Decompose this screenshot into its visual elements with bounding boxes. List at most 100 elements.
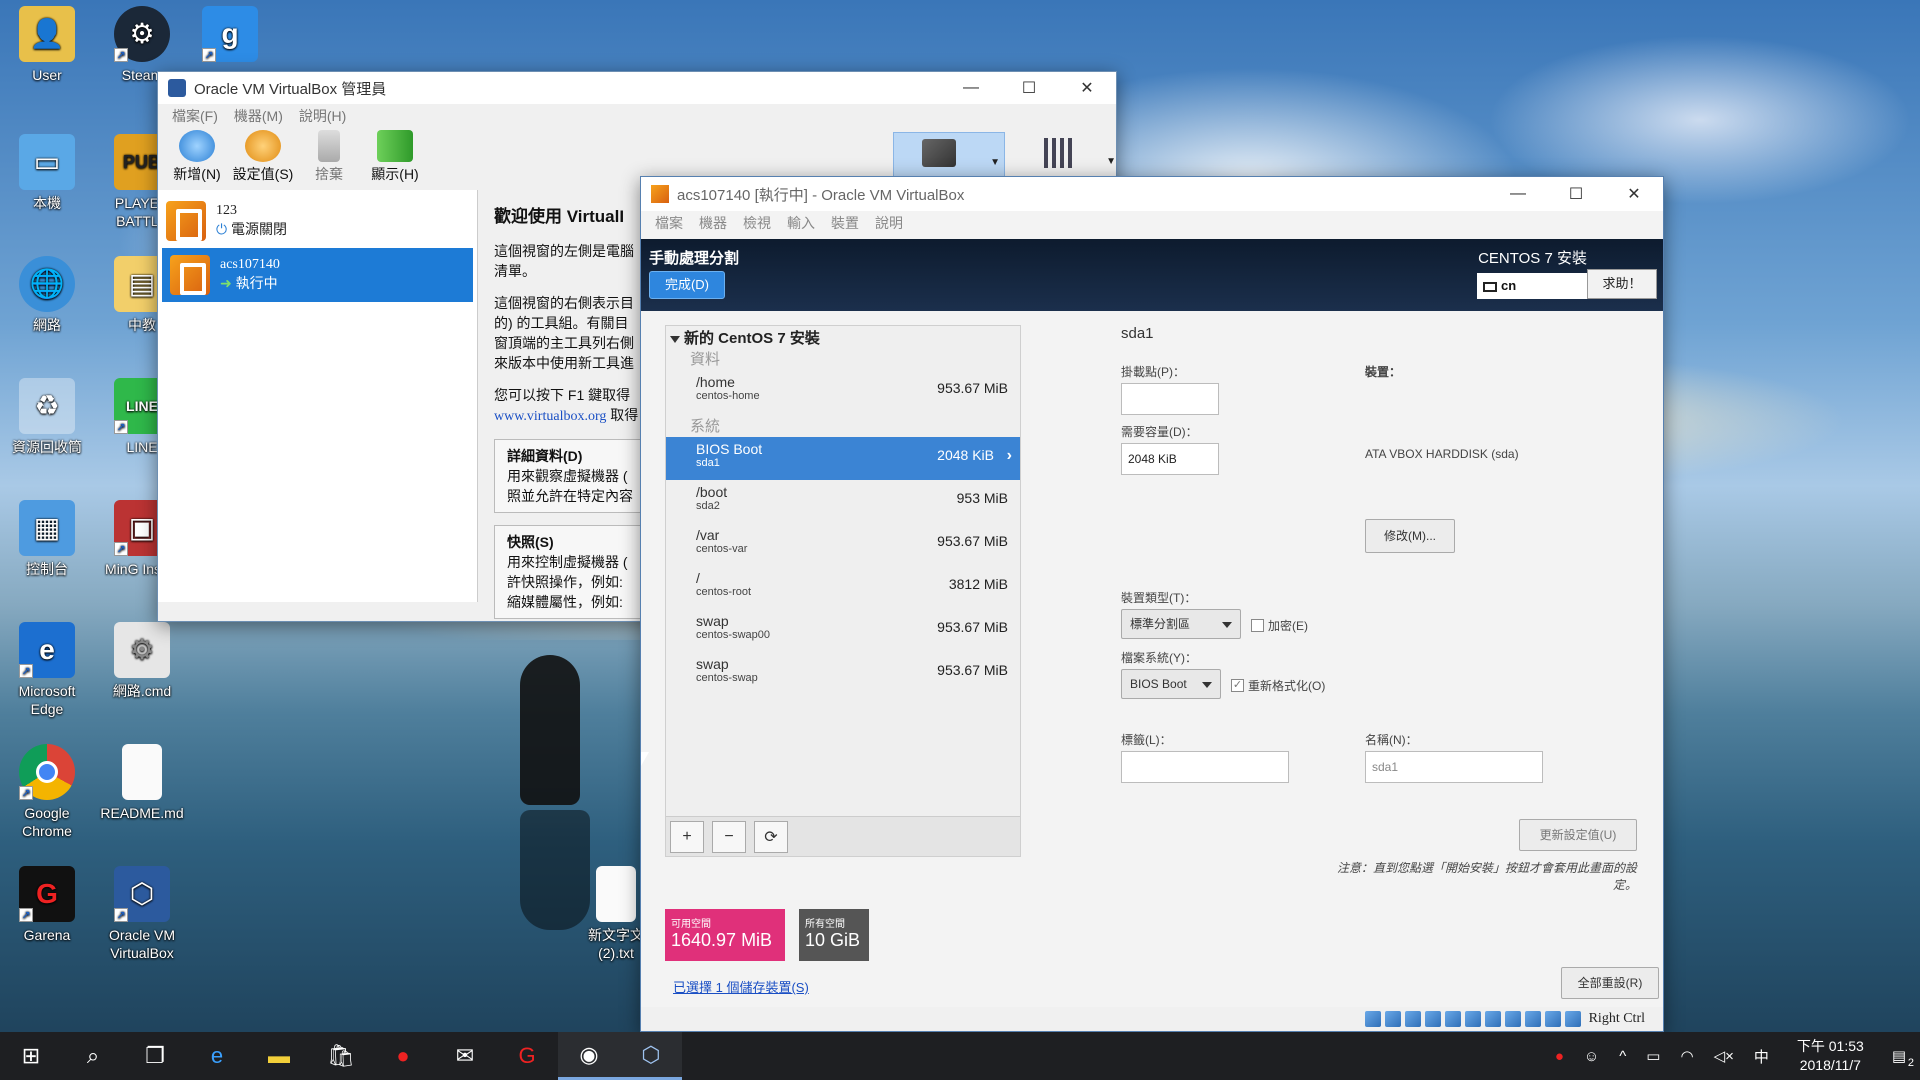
file-explorer-icon[interactable]: ▬ bbox=[248, 1032, 310, 1080]
desktop-icon-this-pc[interactable]: ▭ 本機 bbox=[5, 134, 89, 212]
vm-list-item[interactable]: 123 ⏻ 電源關閉 bbox=[158, 194, 477, 248]
vm-menu-machine[interactable]: 機器 bbox=[699, 213, 727, 233]
clock[interactable]: 下午 01:53 2018/11/7 bbox=[1797, 1037, 1864, 1075]
partition-row-selected[interactable]: BIOS Boot sda1 2048 KiB › bbox=[666, 437, 1020, 480]
chevron-down-icon[interactable]: ▼ bbox=[1106, 156, 1116, 167]
task-view-icon[interactable]: ❐ bbox=[124, 1032, 186, 1080]
partition-row[interactable]: /var centos-var 953.67 MiB bbox=[666, 523, 1020, 566]
vm-menu-view[interactable]: 檢視 bbox=[743, 213, 771, 233]
partition-row[interactable]: /home centos-home 953.67 MiB bbox=[666, 370, 1020, 413]
desktop-icon-user[interactable]: 👤 User bbox=[5, 6, 89, 84]
discard-button[interactable]: 捨棄 bbox=[296, 130, 362, 184]
hard-disk-icon[interactable] bbox=[1364, 1011, 1381, 1027]
encrypt-checkbox[interactable]: 加密(E) bbox=[1251, 617, 1308, 634]
vm-menu-help[interactable]: 說明 bbox=[875, 213, 903, 233]
desktop-icon-recycle-bin[interactable]: ♻ 資源回收筒 bbox=[5, 378, 89, 456]
app-red-icon[interactable]: ● bbox=[372, 1032, 434, 1080]
virtualbox-icon: ⬡ ↗ bbox=[114, 866, 170, 922]
search-icon[interactable]: ⌕ bbox=[62, 1032, 124, 1080]
show-button[interactable]: 顯示(H) bbox=[362, 130, 428, 184]
chevron-down-icon[interactable]: ▼ bbox=[990, 157, 1000, 168]
vm-os-icon bbox=[651, 185, 669, 203]
audio-icon[interactable] bbox=[1404, 1011, 1421, 1027]
people-icon[interactable]: ☺ bbox=[1584, 1048, 1599, 1065]
vm-list-item-selected[interactable]: acs107140 ➜ 執行中 bbox=[162, 248, 473, 302]
desktop-icon-garena[interactable]: G ↗ Garena bbox=[5, 866, 89, 944]
vm-os-icon bbox=[166, 201, 206, 241]
chrome-icon[interactable]: ◉ bbox=[558, 1032, 620, 1080]
close-icon[interactable]: ✕ bbox=[1058, 72, 1116, 104]
wifi-icon[interactable]: ◠ bbox=[1680, 1047, 1693, 1065]
partition-row[interactable]: / centos-root 3812 MiB bbox=[666, 566, 1020, 609]
partition-row[interactable]: /boot sda2 953 MiB bbox=[666, 480, 1020, 523]
desired-capacity-input[interactable]: 2048 KiB bbox=[1121, 443, 1219, 475]
cpu-icon[interactable] bbox=[1524, 1011, 1541, 1027]
install-root-header[interactable]: 新的 CentOS 7 安裝 bbox=[666, 328, 1020, 350]
desktop-icon-readme[interactable]: README.md bbox=[100, 744, 184, 822]
tray-app-icon[interactable]: ● bbox=[1555, 1048, 1564, 1065]
mail-icon[interactable]: ✉ bbox=[434, 1032, 496, 1080]
refresh-button[interactable]: ⟳ bbox=[754, 820, 788, 853]
vm-menu-file[interactable]: 檔案 bbox=[655, 213, 683, 233]
device-type-combo[interactable]: 標準分割區 bbox=[1121, 609, 1241, 639]
keyboard-capture-icon[interactable] bbox=[1564, 1011, 1581, 1027]
done-button[interactable]: 完成(D) bbox=[649, 271, 725, 299]
show-hidden-icons-chevron-icon[interactable]: ^ bbox=[1619, 1048, 1626, 1065]
garena-icon[interactable]: G bbox=[496, 1032, 558, 1080]
video-capture-icon[interactable] bbox=[1504, 1011, 1521, 1027]
remove-partition-button[interactable]: − bbox=[712, 820, 746, 853]
partition-row[interactable]: swap centos-swap00 953.67 MiB bbox=[666, 609, 1020, 652]
reset-all-button[interactable]: 全部重設(R) bbox=[1561, 967, 1659, 999]
keyboard-layout-indicator[interactable]: cn bbox=[1477, 273, 1587, 299]
desktop-icon-edge[interactable]: e ↗ Microsoft Edge bbox=[5, 622, 89, 718]
new-vm-button[interactable]: 新增(N) bbox=[164, 130, 230, 184]
vm-menu-input[interactable]: 輸入 bbox=[787, 213, 815, 233]
display-icon[interactable] bbox=[1484, 1011, 1501, 1027]
notification-center-icon[interactable]: ▤ 2 bbox=[1892, 1047, 1914, 1069]
optical-drive-icon[interactable] bbox=[1384, 1011, 1401, 1027]
menu-machine[interactable]: 機器(M) bbox=[234, 106, 283, 126]
ime-indicator[interactable]: 中 bbox=[1754, 1046, 1769, 1067]
desktop-icon-network[interactable]: 🌐 網路 bbox=[5, 256, 89, 334]
selected-devices-link[interactable]: 已選擇 1 個儲存裝置(S) bbox=[673, 977, 809, 996]
vm-window[interactable]: acs107140 [執行中] - Oracle VM VirtualBox —… bbox=[640, 176, 1664, 1032]
volume-muted-icon[interactable]: ◁× bbox=[1714, 1047, 1734, 1065]
partition-row[interactable]: swap centos-swap 953.67 MiB bbox=[666, 652, 1020, 695]
desktop-icon-cmd[interactable]: ⚙ 網路.cmd bbox=[100, 622, 184, 700]
add-partition-button[interactable]: + bbox=[670, 820, 704, 853]
mouse-integration-icon[interactable] bbox=[1544, 1011, 1561, 1027]
edge-icon[interactable]: e bbox=[186, 1032, 248, 1080]
update-settings-button[interactable]: 更新設定值(U) bbox=[1519, 819, 1637, 851]
mount-point-input[interactable] bbox=[1121, 383, 1219, 415]
virtualbox-org-link[interactable]: www.virtualbox.org bbox=[494, 409, 606, 424]
store-icon[interactable]: 🛍 bbox=[310, 1032, 372, 1080]
maximize-icon[interactable]: ☐ bbox=[1000, 72, 1058, 104]
host-key-label: Right Ctrl bbox=[1588, 1011, 1645, 1026]
help-button[interactable]: 求助！ bbox=[1587, 269, 1657, 299]
label-input[interactable] bbox=[1121, 751, 1289, 783]
vbm-titlebar[interactable]: Oracle VM VirtualBox 管理員 — ☐ ✕ bbox=[158, 72, 1116, 104]
minimize-icon[interactable]: — bbox=[942, 72, 1000, 104]
minimize-icon[interactable]: — bbox=[1489, 178, 1547, 210]
virtualbox-icon[interactable]: ⬡ bbox=[620, 1032, 682, 1080]
modify-button[interactable]: 修改(M)... bbox=[1365, 519, 1455, 553]
desktop-icon-control-panel[interactable]: ▦ 控制台 bbox=[5, 500, 89, 578]
desktop-icon-g[interactable]: g ↗ bbox=[195, 6, 265, 66]
desktop-icon-virtualbox[interactable]: ⬡ ↗ Oracle VM VirtualBox bbox=[100, 866, 184, 962]
vm-menu-devices[interactable]: 裝置 bbox=[831, 213, 859, 233]
desktop-icon-chrome[interactable]: ↗ Google Chrome bbox=[5, 744, 89, 840]
menu-file[interactable]: 檔案(F) bbox=[172, 106, 218, 126]
filesystem-combo[interactable]: BIOS Boot bbox=[1121, 669, 1221, 699]
name-input[interactable]: sda1 bbox=[1365, 751, 1543, 783]
start-icon[interactable]: ⊞ bbox=[0, 1032, 62, 1080]
vm-titlebar[interactable]: acs107140 [執行中] - Oracle VM VirtualBox —… bbox=[641, 177, 1663, 211]
menu-help[interactable]: 說明(H) bbox=[299, 106, 346, 126]
settings-button[interactable]: 設定值(S) bbox=[230, 130, 296, 184]
close-icon[interactable]: ✕ bbox=[1605, 178, 1663, 210]
network-adapter-icon[interactable] bbox=[1424, 1011, 1441, 1027]
shared-folder-icon[interactable] bbox=[1464, 1011, 1481, 1027]
apply-note: 注意：直到您點選「開始安裝」按鈕才會套用此畫面的設定。 bbox=[1336, 861, 1637, 892]
battery-icon[interactable]: ▭ bbox=[1646, 1047, 1660, 1065]
usb-icon[interactable] bbox=[1444, 1011, 1461, 1027]
maximize-icon[interactable]: ☐ bbox=[1547, 178, 1605, 210]
